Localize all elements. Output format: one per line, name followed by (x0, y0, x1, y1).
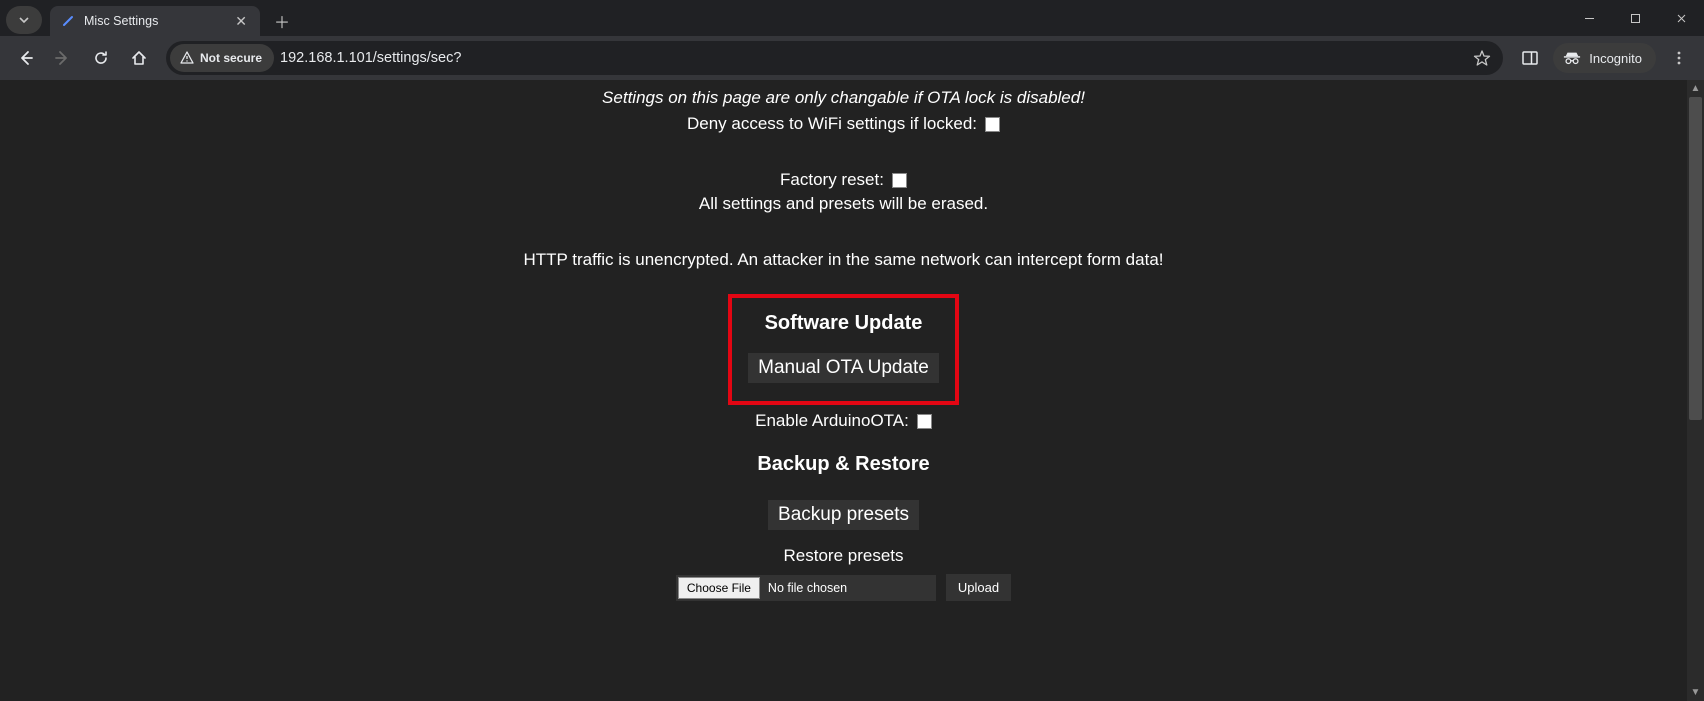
security-label: Not secure (200, 51, 262, 65)
back-button[interactable] (8, 41, 42, 75)
side-panel-icon (1521, 49, 1539, 67)
enable-arduinoota-checkbox[interactable] (917, 414, 932, 429)
security-chip[interactable]: Not secure (170, 44, 274, 72)
chevron-down-icon (18, 14, 30, 26)
bookmark-button[interactable] (1467, 43, 1497, 73)
choose-file-button[interactable]: Choose File (678, 577, 760, 599)
window-maximize-button[interactable] (1612, 0, 1658, 36)
backup-restore-heading: Backup & Restore (0, 453, 1687, 476)
home-icon (130, 49, 148, 67)
window-controls (1566, 0, 1704, 36)
page-content: Settings on this page are only changable… (0, 80, 1687, 701)
tab-search-dropdown[interactable] (6, 6, 42, 34)
deny-wifi-label: Deny access to WiFi settings if locked: (687, 114, 977, 134)
arrow-right-icon (54, 49, 72, 67)
factory-reset-row: Factory reset: (0, 170, 1687, 190)
incognito-label: Incognito (1589, 51, 1642, 66)
restore-presets-label: Restore presets (0, 546, 1687, 566)
scroll-up-arrow-icon[interactable]: ▲ (1687, 80, 1704, 97)
new-tab-button[interactable]: ＋ (268, 7, 296, 35)
reload-icon (92, 49, 110, 67)
deny-wifi-checkbox[interactable] (985, 117, 1000, 132)
window-close-button[interactable] (1658, 0, 1704, 36)
scroll-thumb[interactable] (1689, 97, 1702, 420)
http-warning: HTTP traffic is unencrypted. An attacker… (0, 250, 1687, 270)
side-panel-button[interactable] (1513, 41, 1547, 75)
browser-toolbar: Not secure 192.168.1.101/settings/sec? I… (0, 36, 1704, 80)
scroll-track[interactable] (1687, 97, 1704, 684)
tab-title: Misc Settings (84, 14, 158, 28)
incognito-icon (1563, 51, 1581, 65)
viewport: Settings on this page are only changable… (0, 80, 1704, 701)
file-chosen-label: No file chosen (762, 581, 847, 595)
vertical-scrollbar[interactable]: ▲ ▼ (1687, 80, 1704, 701)
tab-close-icon[interactable]: ✕ (232, 13, 250, 30)
backup-presets-button[interactable]: Backup presets (768, 500, 919, 530)
file-input[interactable]: Choose File No file chosen (676, 575, 936, 601)
browser-tab-active[interactable]: Misc Settings ✕ (50, 6, 260, 36)
star-icon (1473, 49, 1491, 67)
factory-reset-checkbox[interactable] (892, 173, 907, 188)
address-bar[interactable]: Not secure 192.168.1.101/settings/sec? (166, 41, 1503, 75)
scroll-down-arrow-icon[interactable]: ▼ (1687, 684, 1704, 701)
url-text: 192.168.1.101/settings/sec? (280, 50, 461, 66)
warning-icon (180, 51, 194, 65)
incognito-chip[interactable]: Incognito (1553, 43, 1656, 73)
restore-presets-row: Choose File No file chosen Upload (0, 574, 1687, 601)
deny-wifi-row: Deny access to WiFi settings if locked: (0, 114, 1687, 134)
arduino-ota-row: Enable ArduinoOTA: (0, 411, 1687, 431)
forward-button[interactable] (46, 41, 80, 75)
factory-reset-label: Factory reset: (780, 170, 884, 190)
manual-ota-update-button[interactable]: Manual OTA Update (748, 353, 939, 383)
window-minimize-button[interactable] (1566, 0, 1612, 36)
arrow-left-icon (16, 49, 34, 67)
software-update-heading: Software Update (748, 312, 939, 335)
enable-arduinoota-label: Enable ArduinoOTA: (755, 411, 909, 431)
home-button[interactable] (122, 41, 156, 75)
reload-button[interactable] (84, 41, 118, 75)
software-update-highlight: Software Update Manual OTA Update (728, 294, 959, 405)
browser-titlebar: Misc Settings ✕ ＋ (0, 0, 1704, 36)
factory-reset-note: All settings and presets will be erased. (0, 194, 1687, 214)
kebab-menu-icon (1671, 50, 1687, 66)
browser-menu-button[interactable] (1662, 41, 1696, 75)
upload-button[interactable]: Upload (946, 574, 1011, 601)
ota-lock-note: Settings on this page are only changable… (0, 88, 1687, 108)
favicon-icon (60, 13, 76, 29)
